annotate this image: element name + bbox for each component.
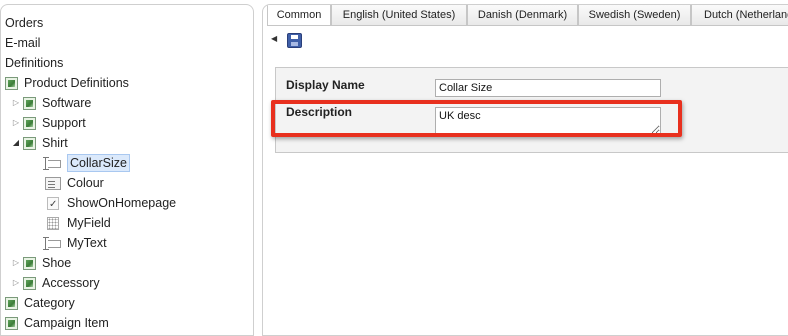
field-editor-panel: Common English (United States) Danish (D… [262,4,788,336]
expand-arrow-icon[interactable]: ▷ [11,113,21,133]
tab-english-united-states[interactable]: English (United States) [331,5,467,26]
list-field-icon [45,176,61,190]
definition-folder-icon [5,296,18,310]
collapse-arrow-icon[interactable]: ◢ [11,133,21,153]
tab-danish-denmark[interactable]: Danish (Denmark) [467,5,578,26]
tree-item-showonhomepage[interactable]: ShowOnHomepage [45,193,177,215]
definition-folder-icon [23,276,36,290]
definitions-tree-panel: Orders E-mail Definitions Product Defini… [0,4,254,336]
field-properties-form: Display Name Description UK desc [275,67,788,153]
tab-common[interactable]: Common [267,5,331,26]
tree-item-shirt[interactable]: ◢ Shirt [11,133,68,153]
tree-item-label: Category [24,296,75,310]
tree-item-category[interactable]: Category [5,293,75,313]
tree-item-shoe[interactable]: ▷ Shoe [11,253,71,273]
tree-item-email[interactable]: E-mail [5,33,40,53]
tree-item-label: Accessory [42,276,100,290]
save-button[interactable] [287,33,302,48]
tree-item-colour[interactable]: Colour [45,173,104,193]
tree-item-label: E-mail [5,36,41,50]
tree-item-definitions[interactable]: Definitions [5,53,63,73]
tree-item-mytext[interactable]: MyText [43,233,107,253]
tree-item-label: MyText [67,236,107,250]
expand-arrow-icon[interactable]: ▷ [11,273,21,293]
display-name-input[interactable] [435,79,661,97]
tree-item-label: MyField [67,216,111,230]
grid-field-icon [47,216,59,230]
tree-item-myfield[interactable]: MyField [45,213,111,233]
language-tabs: Common English (United States) Danish (D… [263,5,788,27]
definition-folder-icon [23,256,36,270]
tree-item-collarsize[interactable]: CollarSize [43,153,130,173]
tree-item-product-definitions[interactable]: Product Definitions [5,73,129,93]
tree-item-software[interactable]: ▷ Software [11,93,91,113]
tree-item-label: Colour [67,176,104,190]
definition-folder-icon [23,96,36,110]
checkbox-field-icon [47,195,59,215]
definition-folder-icon [5,316,18,330]
tree-item-accessory[interactable]: ▷ Accessory [11,273,100,293]
tree-item-label: Shirt [42,136,68,150]
expand-arrow-icon[interactable]: ▷ [11,253,21,273]
tree-item-orders[interactable]: Orders [5,13,43,33]
text-field-icon [43,156,61,170]
description-textarea[interactable]: UK desc [435,107,661,135]
tree-item-label: Definitions [5,56,64,70]
tree-item-label: Product Definitions [24,76,129,90]
tree-item-label: Shoe [42,256,72,270]
tree-item-label: ShowOnHomepage [67,196,177,210]
tree-item-label: Software [42,96,92,110]
tree-item-label: Campaign Item [24,316,109,330]
expand-arrow-icon[interactable]: ▷ [11,93,21,113]
collapse-left-icon[interactable]: ◀ [271,34,277,43]
text-field-icon [43,236,61,250]
tab-swedish-sweden[interactable]: Swedish (Sweden) [578,5,691,26]
tree-item-label: CollarSize [67,154,130,172]
tree-item-label: Orders [5,16,44,30]
editor-toolbar: ◀ [263,31,788,53]
description-label: Description [286,105,353,119]
definition-folder-icon [23,136,36,150]
tab-dutch-netherlands[interactable]: Dutch (Netherlands) [691,5,788,26]
definition-folder-icon [23,116,36,130]
definition-folder-icon [5,76,18,90]
tree-item-support[interactable]: ▷ Support [11,113,86,133]
display-name-label: Display Name [286,78,365,92]
tree-item-label: Support [42,116,86,130]
tree-item-campaign-item[interactable]: Campaign Item [5,313,109,333]
